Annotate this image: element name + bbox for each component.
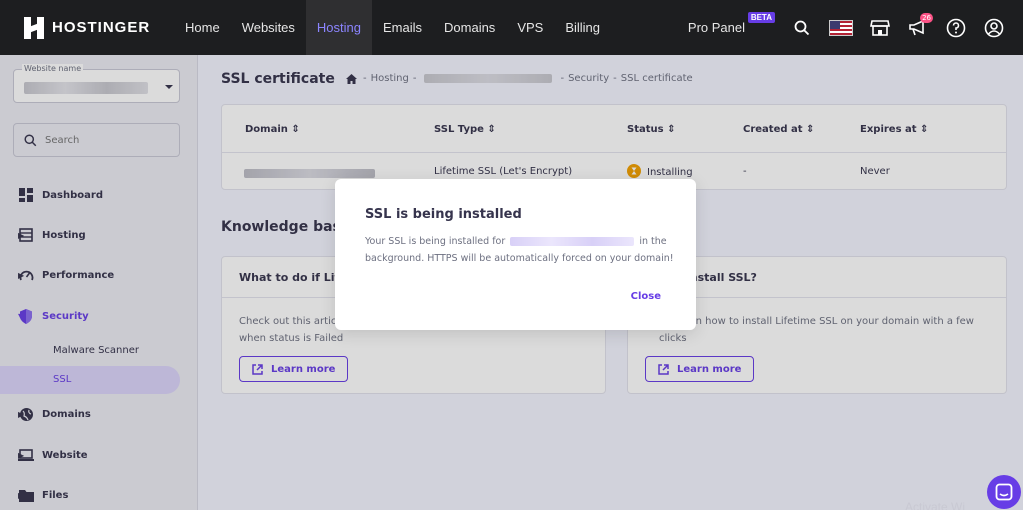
store-icon[interactable] bbox=[869, 17, 891, 39]
beta-badge: BETA bbox=[747, 12, 775, 23]
pro-panel-link[interactable]: Pro Panel BETA bbox=[687, 12, 775, 35]
notification-badge: 26 bbox=[920, 12, 933, 23]
nav-websites[interactable]: Websites bbox=[231, 0, 306, 55]
chat-button[interactable] bbox=[987, 475, 1021, 509]
chat-icon bbox=[995, 483, 1013, 501]
main-nav: Home Websites Hosting Emails Domains VPS… bbox=[174, 0, 611, 55]
activation-watermark: Activate Wi bbox=[905, 500, 966, 510]
ssl-install-modal: SSL is being installed Your SSL is being… bbox=[335, 179, 696, 330]
nav-emails[interactable]: Emails bbox=[372, 0, 433, 55]
search-icon[interactable] bbox=[791, 17, 813, 39]
close-button[interactable]: Close bbox=[631, 291, 661, 302]
nav-hosting[interactable]: Hosting bbox=[305, 0, 372, 55]
account-icon[interactable] bbox=[983, 17, 1005, 39]
modal-title: SSL is being installed bbox=[365, 207, 522, 222]
megaphone-icon[interactable]: 26 bbox=[907, 12, 933, 39]
nav-billing[interactable]: Billing bbox=[554, 0, 611, 55]
nav-vps[interactable]: VPS bbox=[506, 0, 554, 55]
nav-home[interactable]: Home bbox=[174, 0, 231, 55]
pro-panel-label: Pro Panel bbox=[687, 20, 745, 35]
us-flag-icon[interactable] bbox=[829, 19, 853, 36]
hostinger-logo-icon bbox=[24, 16, 44, 39]
top-right-actions: Pro Panel BETA 26 bbox=[688, 0, 1023, 55]
nav-domains[interactable]: Domains bbox=[433, 0, 506, 55]
top-navbar: HOSTINGER Home Websites Hosting Emails D… bbox=[0, 0, 1023, 55]
brand-name: HOSTINGER bbox=[52, 19, 151, 36]
help-icon[interactable] bbox=[945, 17, 967, 39]
brand-logo[interactable]: HOSTINGER bbox=[24, 16, 174, 39]
modal-domain-redacted bbox=[510, 237, 635, 246]
modal-body: Your SSL is being installed for in the b… bbox=[365, 236, 674, 264]
